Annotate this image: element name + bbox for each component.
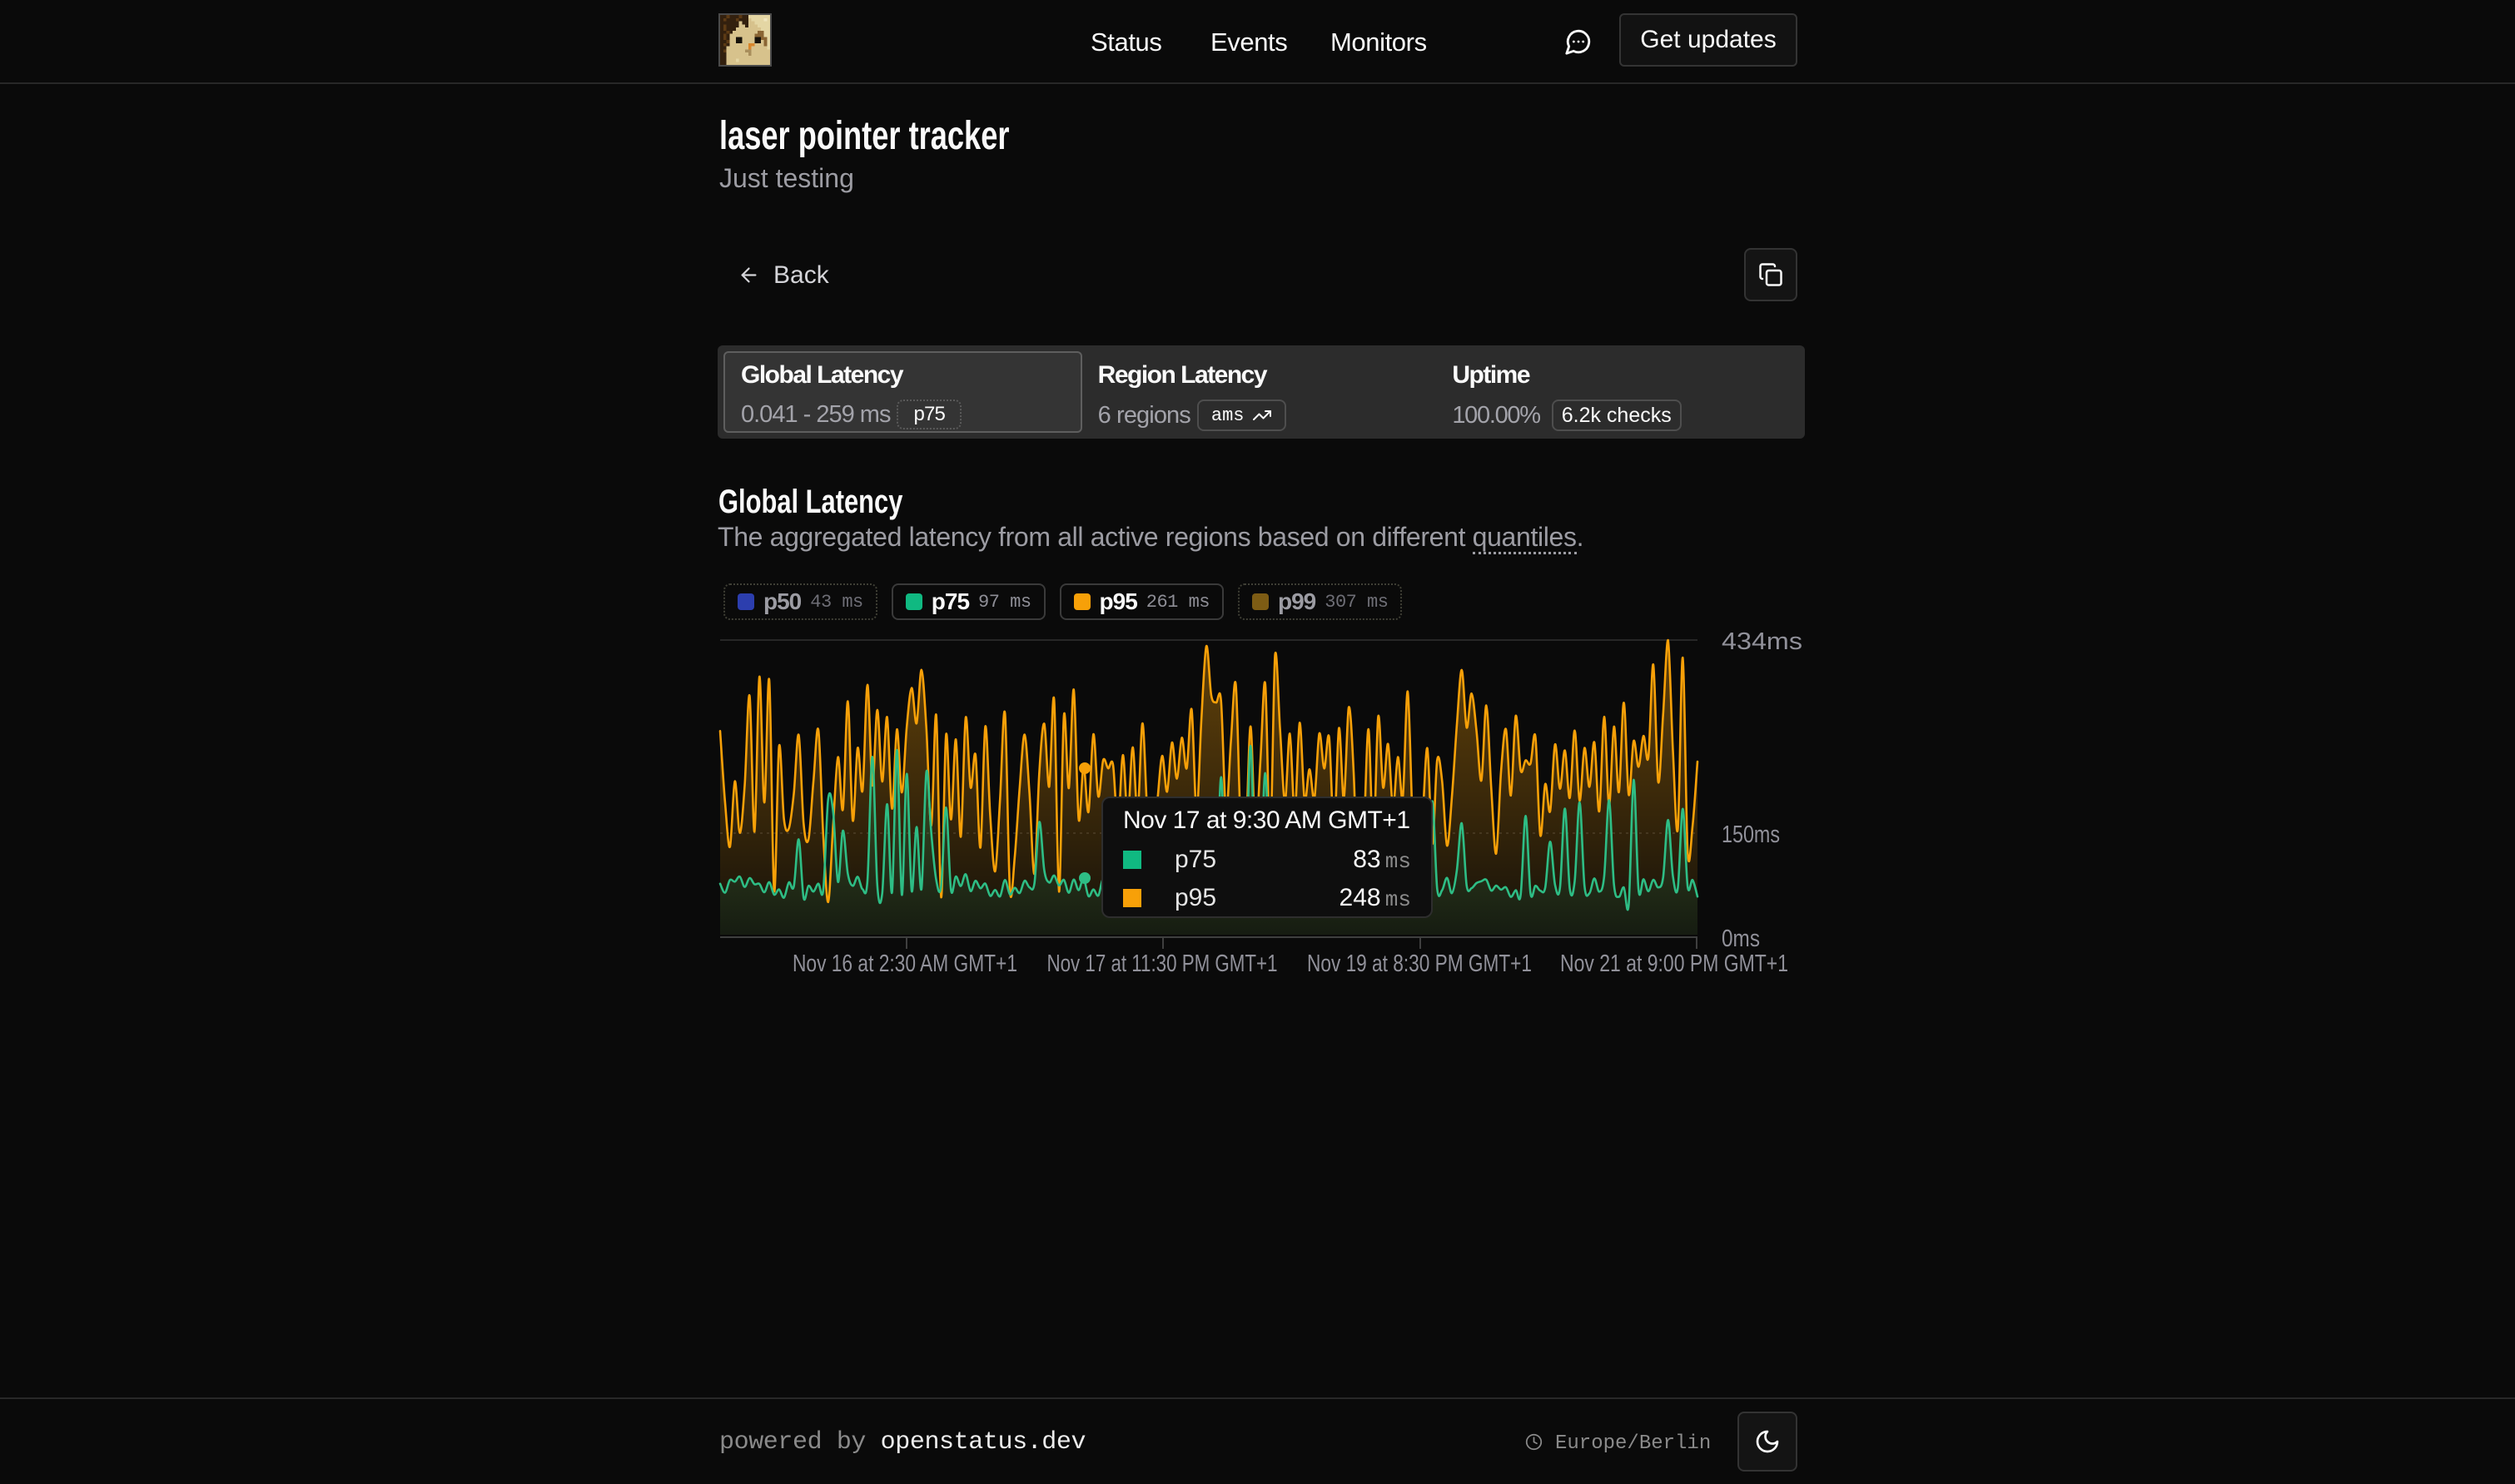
svg-text:Nov 19 at 8:30 PM GMT+1: Nov 19 at 8:30 PM GMT+1: [1307, 950, 1532, 977]
svg-text:Nov 21 at 9:00 PM GMT+1: Nov 21 at 9:00 PM GMT+1: [1560, 950, 1788, 977]
svg-text:Nov 16 at 2:30 AM GMT+1: Nov 16 at 2:30 AM GMT+1: [793, 950, 1017, 977]
svg-text:150ms: 150ms: [1722, 821, 1780, 848]
svg-text:434ms: 434ms: [1722, 628, 1802, 655]
svg-text:0ms: 0ms: [1722, 926, 1760, 952]
svg-text:Nov 17 at 11:30 PM GMT+1: Nov 17 at 11:30 PM GMT+1: [1047, 950, 1278, 977]
